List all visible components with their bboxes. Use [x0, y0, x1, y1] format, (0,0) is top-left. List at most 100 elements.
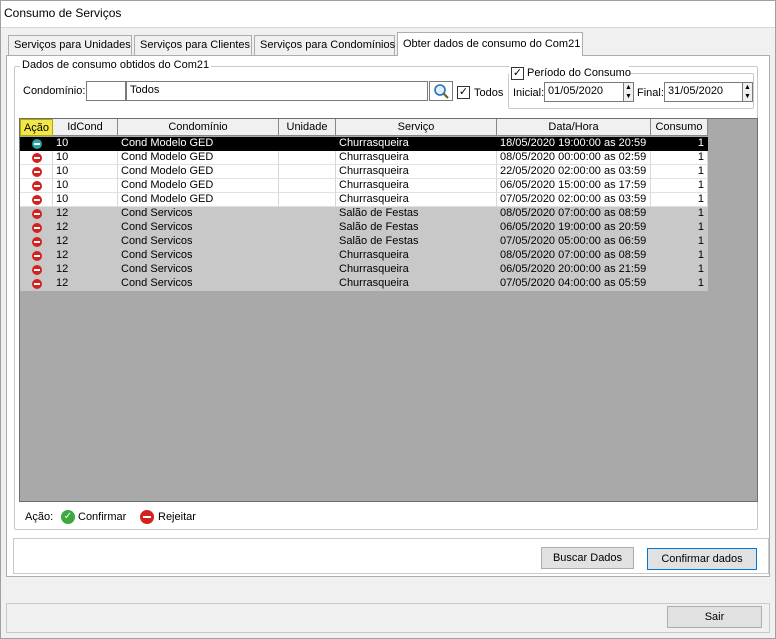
unidade-cell	[279, 137, 336, 151]
reject-icon[interactable]	[32, 181, 42, 191]
condominio-label: Condomínio:	[23, 85, 86, 97]
tab-servicos-unidades[interactable]: Serviços para Unidades	[8, 35, 132, 55]
acao-cell[interactable]	[20, 193, 53, 207]
reject-icon[interactable]	[32, 167, 42, 177]
condominio-cell: Cond Modelo GED	[118, 193, 279, 207]
table-row[interactable]: 12 Cond Servicos Salão de Festas 07/05/2020…	[20, 235, 708, 249]
condominio-cell: Cond Modelo GED	[118, 151, 279, 165]
unidade-cell	[279, 165, 336, 179]
sair-button[interactable]: Sair	[667, 606, 762, 628]
table-row[interactable]: 10 Cond Modelo GED Churrasqueira 08/05/2020…	[20, 151, 708, 165]
pending-icon[interactable]	[32, 139, 42, 149]
datahora-cell: 06/05/2020 20:00:00 as 21:59	[497, 263, 651, 277]
reject-icon[interactable]	[32, 237, 42, 247]
condominio-cell: Cond Servicos	[118, 221, 279, 235]
unidade-cell	[279, 249, 336, 263]
table-row[interactable]: 12 Cond Servicos Churrasqueira 06/05/2020 2…	[20, 263, 708, 277]
reject-icon[interactable]	[32, 195, 42, 205]
periodo-checkbox[interactable]: ✓	[511, 67, 524, 80]
idcond-cell: 12	[53, 277, 118, 291]
column-header-idcond[interactable]: IdCond	[53, 119, 118, 136]
buscar-dados-button[interactable]: Buscar Dados	[541, 547, 634, 569]
legend-confirm-label: Confirmar	[78, 511, 127, 523]
consumo-cell: 1	[651, 221, 708, 235]
column-header-datahora[interactable]: Data/Hora	[497, 119, 651, 136]
table-row[interactable]: 10 Cond Modelo GED Churrasqueira 07/05/2020…	[20, 193, 708, 207]
table-row[interactable]: 10 Cond Modelo GED Churrasqueira 18/05/2020…	[20, 137, 708, 151]
tab-servicos-condominios[interactable]: Serviços para Condomínios	[254, 35, 395, 55]
servico-cell: Churrasqueira	[336, 193, 497, 207]
reject-icon	[140, 510, 154, 524]
inicial-date-input[interactable]: 01/05/2020	[544, 82, 624, 102]
servico-cell: Churrasqueira	[336, 151, 497, 165]
reject-icon[interactable]	[32, 209, 42, 219]
reject-icon[interactable]	[32, 265, 42, 275]
acao-cell[interactable]	[20, 207, 53, 221]
condominio-cell: Cond Modelo GED	[118, 165, 279, 179]
column-header-condominio[interactable]: Condomínio	[118, 119, 279, 136]
idcond-cell: 12	[53, 235, 118, 249]
consumo-cell: 1	[651, 207, 708, 221]
consumo-cell: 1	[651, 235, 708, 249]
column-header-unidade[interactable]: Unidade	[279, 119, 336, 136]
acao-cell[interactable]	[20, 249, 53, 263]
todos-label: Todos	[474, 87, 504, 99]
tab-obter-dados-com21[interactable]: Obter dados de consumo do Com21	[397, 32, 583, 56]
confirmar-dados-button[interactable]: Confirmar dados	[647, 548, 757, 570]
unidade-cell	[279, 151, 336, 165]
acao-cell[interactable]	[20, 235, 53, 249]
idcond-cell: 12	[53, 263, 118, 277]
datahora-cell: 07/05/2020 05:00:00 as 06:59	[497, 235, 651, 249]
table-row[interactable]: 12 Cond Servicos Churrasqueira 07/05/2020 0…	[20, 277, 708, 291]
datahora-cell: 18/05/2020 19:00:00 as 20:59	[497, 137, 651, 151]
final-label: Final:	[637, 87, 664, 99]
idcond-cell: 12	[53, 249, 118, 263]
condominio-cell: Cond Servicos	[118, 249, 279, 263]
condominio-cell: Cond Servicos	[118, 235, 279, 249]
acao-cell[interactable]	[20, 277, 53, 291]
reject-icon[interactable]	[32, 251, 42, 261]
consumo-cell: 1	[651, 165, 708, 179]
unidade-cell	[279, 179, 336, 193]
column-header-consumo[interactable]: Consumo	[651, 119, 708, 136]
table-row[interactable]: 12 Cond Servicos Churrasqueira 08/05/2020 0…	[20, 249, 708, 263]
todos-checkbox[interactable]: ✓	[457, 86, 470, 99]
idcond-cell: 10	[53, 137, 118, 151]
datahora-cell: 08/05/2020 00:00:00 as 02:59	[497, 151, 651, 165]
table-row[interactable]: 12 Cond Servicos Salão de Festas 08/05/2020…	[20, 207, 708, 221]
datahora-cell: 07/05/2020 02:00:00 as 03:59	[497, 193, 651, 207]
reject-icon[interactable]	[32, 279, 42, 289]
inicial-label: Inicial:	[513, 87, 545, 99]
column-header-servico[interactable]: Serviço	[336, 119, 497, 136]
condominio-code-input[interactable]	[86, 81, 126, 101]
servico-cell: Churrasqueira	[336, 277, 497, 291]
consumo-cell: 1	[651, 263, 708, 277]
final-spin-arrows[interactable]: ▲ ▼	[742, 82, 753, 102]
table-row[interactable]: 10 Cond Modelo GED Churrasqueira 22/05/2020…	[20, 165, 708, 179]
datahora-cell: 07/05/2020 04:00:00 as 05:59	[497, 277, 651, 291]
unidade-cell	[279, 263, 336, 277]
magnifier-icon[interactable]	[429, 81, 453, 101]
tab-servicos-clientes[interactable]: Serviços para Clientes	[134, 35, 252, 55]
table-row[interactable]: 12 Cond Servicos Salão de Festas 06/05/2020…	[20, 221, 708, 235]
window-title: Consumo de Serviços	[0, 0, 776, 28]
reject-icon[interactable]	[32, 223, 42, 233]
servico-cell: Salão de Festas	[336, 235, 497, 249]
acao-cell[interactable]	[20, 137, 53, 151]
servico-cell: Churrasqueira	[336, 165, 497, 179]
acao-cell[interactable]	[20, 179, 53, 193]
condominio-name-input[interactable]: Todos	[126, 81, 428, 101]
inicial-spin-arrows[interactable]: ▲ ▼	[623, 82, 634, 102]
datahora-cell: 08/05/2020 07:00:00 as 08:59	[497, 207, 651, 221]
acao-cell[interactable]	[20, 263, 53, 277]
acao-cell[interactable]	[20, 165, 53, 179]
acao-cell[interactable]	[20, 221, 53, 235]
acao-cell[interactable]	[20, 151, 53, 165]
reject-icon[interactable]	[32, 153, 42, 163]
unidade-cell	[279, 207, 336, 221]
column-header-acao[interactable]: Ação	[20, 119, 53, 136]
consumo-cell: 1	[651, 137, 708, 151]
idcond-cell: 10	[53, 193, 118, 207]
final-date-input[interactable]: 31/05/2020	[664, 82, 743, 102]
table-row[interactable]: 10 Cond Modelo GED Churrasqueira 06/05/2020…	[20, 179, 708, 193]
